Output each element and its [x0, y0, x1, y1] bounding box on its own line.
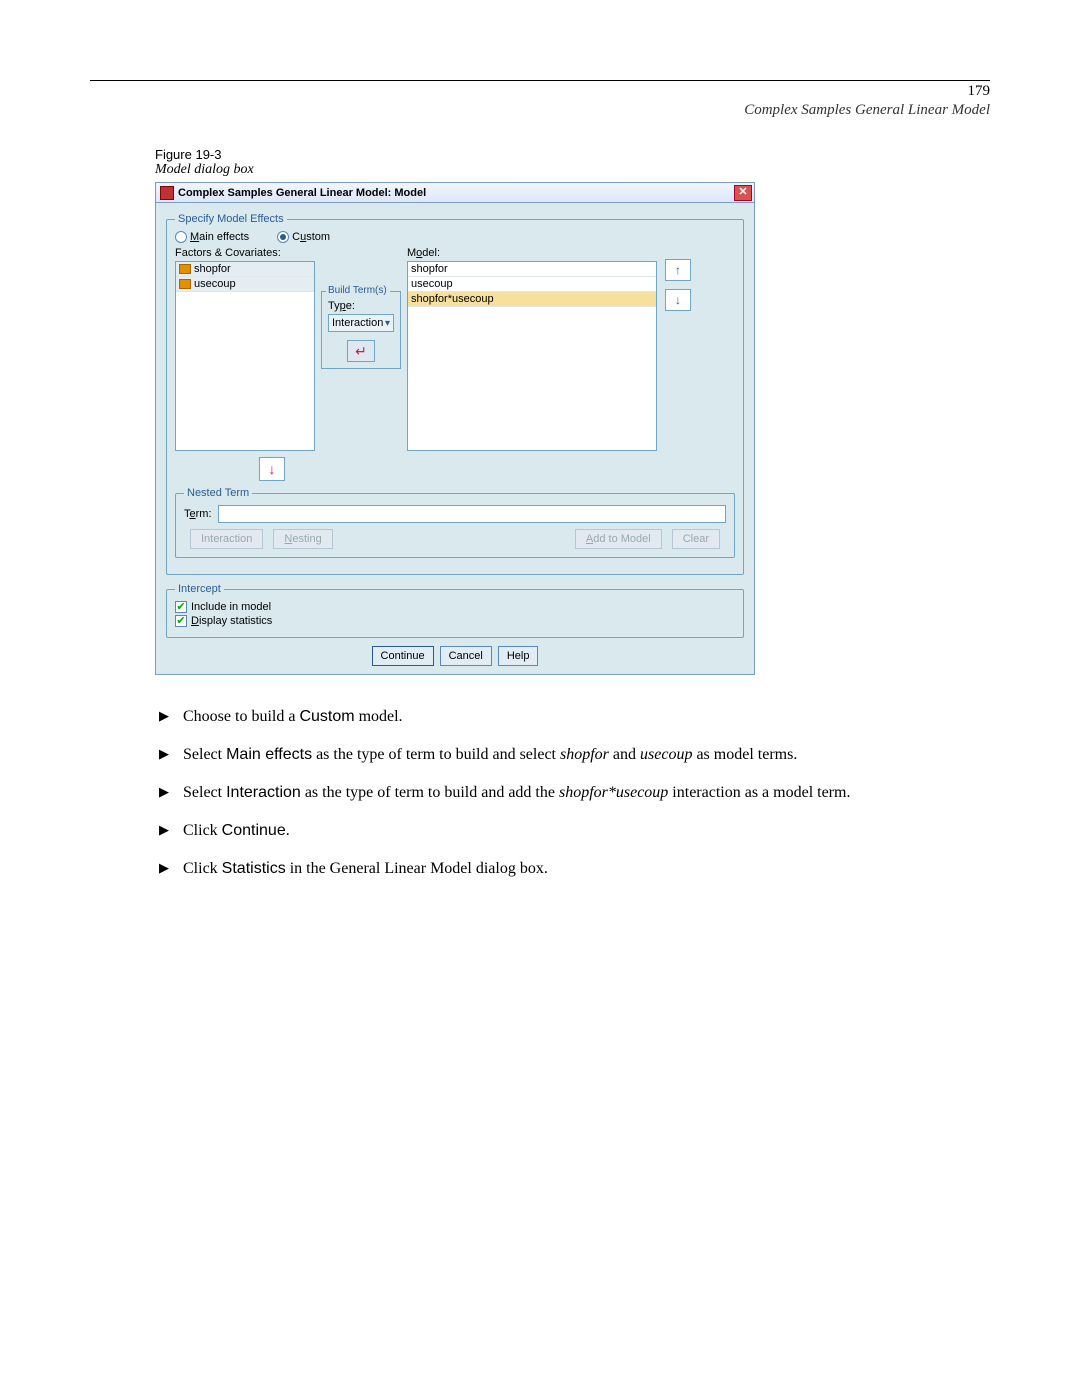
step-item: Choose to build a Custom model.	[155, 705, 990, 729]
radio-main-label: Main effects	[190, 231, 249, 243]
list-item[interactable]: shopfor	[176, 262, 314, 277]
display-label: Display statistics	[191, 615, 272, 627]
list-item[interactable]: shopfor	[408, 262, 656, 277]
continue-button[interactable]: Continue	[372, 646, 434, 666]
close-button[interactable]: ✕	[734, 185, 752, 201]
arrow-up-icon: ↑	[675, 263, 681, 277]
dropdown-value: Interaction	[332, 317, 383, 329]
chapter-title: Complex Samples General Linear Model	[90, 102, 990, 119]
term-label: Term:	[184, 508, 212, 520]
include-label: Include in model	[191, 601, 271, 613]
app-icon	[160, 186, 174, 200]
step-item: Click Statistics in the General Linear M…	[155, 857, 990, 881]
factors-listbox[interactable]: shopfor usecoup	[175, 261, 315, 451]
dialog-title: Complex Samples General Linear Model: Mo…	[178, 187, 426, 199]
add-to-model-button[interactable]: Add to Model	[575, 529, 662, 549]
factors-label: Factors & Covariates:	[175, 247, 315, 259]
model-dialog: Complex Samples General Linear Model: Mo…	[155, 182, 755, 675]
radio-custom-label: Custom	[292, 231, 330, 243]
nested-term-group: Nested Term Term: Interaction Nesting	[175, 487, 735, 558]
type-dropdown[interactable]: Interaction ▾	[328, 314, 394, 332]
nesting-button[interactable]: Nesting	[273, 529, 332, 549]
build-terms-group: Build Term(s) Type: Interaction ▾ ↵	[321, 291, 401, 369]
close-icon: ✕	[738, 187, 747, 198]
step-item: Click Continue.	[155, 819, 990, 843]
figure-description: Model dialog box	[155, 162, 990, 178]
arrow-down-icon: ↓	[269, 461, 276, 477]
enter-arrow-icon: ↵	[355, 343, 367, 360]
checkbox-include[interactable]: ✔	[175, 601, 187, 613]
specify-legend: Specify Model Effects	[175, 213, 287, 225]
move-to-nested-button[interactable]: ↓	[259, 457, 285, 481]
radio-main-effects[interactable]: Main effects	[175, 231, 249, 243]
clear-button[interactable]: Clear	[672, 529, 720, 549]
term-input[interactable]	[218, 505, 726, 523]
type-label: Type:	[328, 300, 394, 312]
radio-icon	[277, 231, 289, 243]
intercept-group: Intercept ✔ Include in model ✔ Display s…	[166, 583, 744, 638]
interaction-button[interactable]: Interaction	[190, 529, 263, 549]
factor-name: usecoup	[194, 278, 236, 290]
intercept-legend: Intercept	[175, 583, 224, 595]
dialog-titlebar: Complex Samples General Linear Model: Mo…	[156, 183, 754, 203]
model-label: Model:	[407, 247, 657, 259]
chevron-down-icon: ▾	[385, 318, 390, 329]
model-listbox[interactable]: shopfor usecoup shopfor*usecoup	[407, 261, 657, 451]
radio-custom[interactable]: Custom	[277, 231, 330, 243]
move-up-button[interactable]: ↑	[665, 259, 691, 281]
step-item: Select Main effects as the type of term …	[155, 743, 990, 767]
cancel-button[interactable]: Cancel	[440, 646, 492, 666]
page-number: 179	[90, 83, 990, 100]
step-item: Select Interaction as the type of term t…	[155, 781, 990, 805]
build-terms-legend: Build Term(s)	[326, 285, 390, 296]
variable-icon	[179, 264, 191, 274]
arrow-down-icon: ↓	[675, 293, 681, 307]
list-item[interactable]: shopfor*usecoup	[408, 292, 656, 307]
nested-legend: Nested Term	[184, 487, 252, 499]
specify-model-effects-group: Specify Model Effects Main effects Custo…	[166, 213, 744, 575]
help-button[interactable]: Help	[498, 646, 539, 666]
radio-icon	[175, 231, 187, 243]
move-down-button[interactable]: ↓	[665, 289, 691, 311]
top-rule	[90, 80, 990, 81]
figure-label: Figure 19-3	[155, 147, 990, 162]
variable-icon	[179, 279, 191, 289]
checkbox-display[interactable]: ✔	[175, 615, 187, 627]
list-item[interactable]: usecoup	[408, 277, 656, 292]
list-item[interactable]: usecoup	[176, 277, 314, 292]
factor-name: shopfor	[194, 263, 231, 275]
add-term-button[interactable]: ↵	[347, 340, 375, 362]
